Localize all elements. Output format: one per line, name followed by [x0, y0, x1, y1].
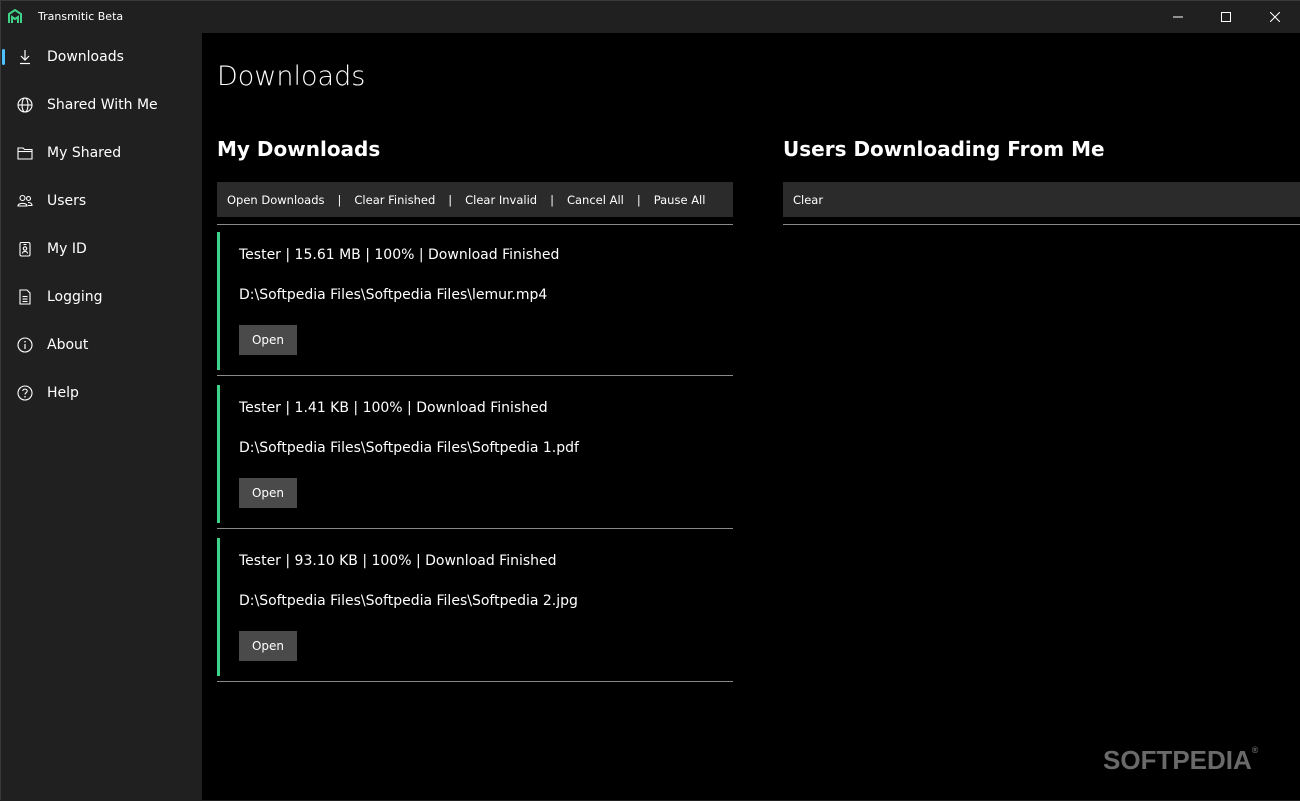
- sidebar-item-label: Users: [47, 193, 87, 209]
- app-logo-icon: [8, 9, 22, 23]
- clear-invalid-button[interactable]: Clear Invalid: [455, 193, 537, 207]
- softpedia-watermark: SOFTPEDIA®: [1103, 745, 1258, 776]
- download-item: Tester | 93.10 KB | 100% | Download Fini…: [217, 531, 733, 682]
- minimize-button[interactable]: [1154, 1, 1202, 33]
- sidebar-item-help[interactable]: Help: [5, 373, 198, 413]
- divider: [217, 528, 733, 529]
- title-bar[interactable]: Transmitic Beta: [1, 1, 1300, 33]
- users-downloading-title: Users Downloading From Me: [783, 137, 1105, 161]
- download-icon: [20, 50, 30, 65]
- maximize-button[interactable]: [1202, 1, 1250, 33]
- divider: [783, 224, 1300, 225]
- my-downloads-toolbar: Open Downloads | Clear Finished | Clear …: [217, 182, 733, 217]
- toolbar-separator: |: [636, 192, 641, 207]
- sidebar-item-label: My Shared: [47, 145, 122, 161]
- active-indicator: [2, 49, 5, 65]
- download-item: Tester | 1.41 KB | 100% | Download Finis…: [217, 378, 733, 529]
- status-accent-bar: [217, 385, 220, 523]
- sidebar-item-users[interactable]: Users: [5, 181, 198, 221]
- download-info: Tester | 1.41 KB | 100% | Download Finis…: [239, 400, 548, 416]
- open-button[interactable]: Open: [239, 631, 297, 661]
- toolbar-separator: |: [550, 192, 554, 207]
- close-button[interactable]: [1251, 1, 1299, 33]
- sidebar-item-about[interactable]: About: [5, 325, 198, 365]
- sidebar-nav: Downloads Shared With Me My Shared Users…: [1, 33, 202, 801]
- page-title: Downloads: [217, 61, 366, 92]
- sidebar-item-label: Downloads: [47, 49, 124, 65]
- users-downloading-toolbar: Clear: [783, 182, 1300, 217]
- sidebar-item-label: My ID: [47, 241, 87, 257]
- maximize-icon: [1221, 12, 1231, 22]
- sidebar-item-label: Shared With Me: [47, 97, 158, 113]
- window-title: Transmitic Beta: [38, 10, 124, 23]
- sidebar-item-logging[interactable]: Logging: [5, 277, 198, 317]
- sidebar-item-label: Logging: [47, 289, 103, 305]
- main-content: Downloads My Downloads Users Downloading…: [202, 33, 1300, 800]
- id-badge-icon: [19, 241, 31, 257]
- divider: [217, 681, 733, 682]
- open-button[interactable]: Open: [239, 478, 297, 508]
- sidebar-item-downloads[interactable]: Downloads: [2, 37, 198, 77]
- sidebar-item-shared-with-me[interactable]: Shared With Me: [5, 85, 198, 125]
- document-icon: [19, 289, 31, 305]
- registered-mark: ®: [1251, 745, 1259, 755]
- toolbar-separator: |: [337, 192, 342, 207]
- status-accent-bar: [217, 232, 220, 370]
- cancel-all-button[interactable]: Cancel All: [557, 193, 624, 207]
- sidebar-item-my-shared[interactable]: My Shared: [5, 133, 198, 173]
- minimize-icon: [1173, 16, 1183, 18]
- close-icon: [1270, 12, 1280, 22]
- sidebar-item-label: Help: [47, 385, 79, 401]
- download-info: Tester | 15.61 MB | 100% | Download Fini…: [239, 247, 560, 263]
- open-button[interactable]: Open: [239, 325, 297, 355]
- open-downloads-button[interactable]: Open Downloads: [217, 193, 325, 207]
- help-icon: [17, 385, 33, 401]
- app-window: Transmitic Beta Downloads Shared With Me…: [0, 0, 1300, 801]
- download-item: Tester | 15.61 MB | 100% | Download Fini…: [217, 225, 733, 376]
- info-icon: [17, 337, 33, 353]
- folder-icon: [17, 147, 33, 160]
- users-icon: [17, 194, 33, 207]
- sidebar-item-my-id[interactable]: My ID: [5, 229, 198, 269]
- globe-icon: [17, 97, 33, 113]
- sidebar-item-label: About: [47, 337, 89, 353]
- toolbar-separator: |: [448, 192, 453, 207]
- download-path: D:\Softpedia Files\Softpedia Files\Softp…: [239, 440, 579, 456]
- status-accent-bar: [217, 538, 220, 676]
- divider: [217, 375, 733, 376]
- clear-finished-button[interactable]: Clear Finished: [344, 193, 435, 207]
- pause-all-button[interactable]: Pause All: [644, 193, 706, 207]
- watermark-text: SOFTPEDIA: [1103, 745, 1252, 775]
- download-path: D:\Softpedia Files\Softpedia Files\Softp…: [239, 593, 578, 609]
- download-path: D:\Softpedia Files\Softpedia Files\lemur…: [239, 287, 548, 303]
- my-downloads-title: My Downloads: [217, 137, 381, 161]
- clear-button[interactable]: Clear: [783, 193, 823, 207]
- download-info: Tester | 93.10 KB | 100% | Download Fini…: [239, 553, 557, 569]
